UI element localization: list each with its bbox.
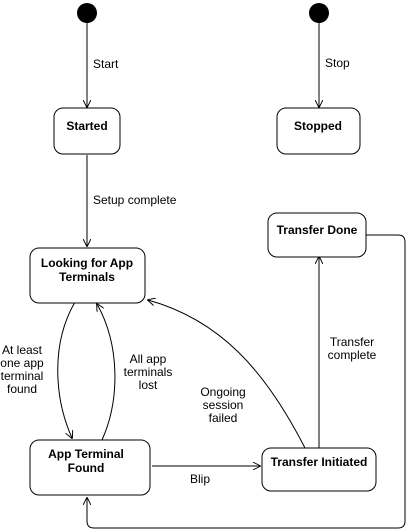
state-looking-label-line1: Looking for App [41,256,133,270]
found-label-line4: found [7,382,37,396]
start-initial-node [77,3,97,23]
state-diagram: Started Stopped Looking for App Terminal… [0,3,406,529]
state-looking-label-line2: Terminals [59,270,115,284]
setup-complete-label: Setup complete [93,193,177,207]
found-label-line1: At least [2,343,43,357]
transfer-complete-label-line1: Transfer [330,335,374,349]
stop-initial-node [309,3,329,23]
lost-transition [97,304,116,441]
ongoing-label-line3: failed [209,411,238,425]
found-label-line3: terminal [1,369,44,383]
lost-label-line3: lost [139,378,158,392]
state-app-terminal-found: App Terminal Found [29,439,151,496]
state-stopped-label: Stopped [294,119,342,133]
state-transfer-done-label: Transfer Done [277,223,358,237]
state-transfer-initiated: Transfer Initiated [261,447,377,492]
state-found-label-line2: Found [68,461,105,475]
state-started-label: Started [66,119,107,133]
lost-label-line2: terminals [124,365,173,379]
found-transition [57,301,76,438]
found-label-line2: one app [0,356,44,370]
state-stopped: Stopped [276,107,361,155]
state-looking: Looking for App Terminals [29,247,146,304]
state-found-label-line1: App Terminal [48,447,124,461]
ongoing-label-line1: Ongoing [200,385,245,399]
ongoing-label-line2: session [203,398,244,412]
lost-label-line1: All app [130,352,167,366]
state-started: Started [53,107,121,155]
transfer-complete-label-line2: complete [328,348,377,362]
blip-label: Blip [190,472,210,486]
state-transfer-done: Transfer Done [267,212,367,258]
stop-label: Stop [325,56,350,70]
start-label: Start [93,57,119,71]
state-transfer-initiated-label: Transfer Initiated [271,455,368,469]
